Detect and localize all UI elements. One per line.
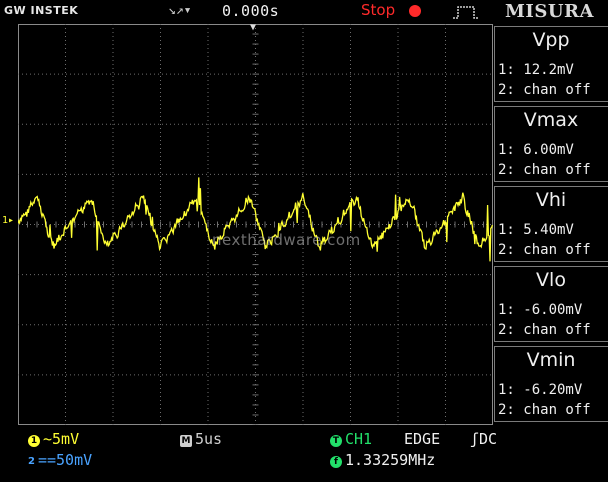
measurement-vmax[interactable]: Vmax 1: 6.00mV 2: chan off — [494, 106, 608, 182]
trigger-position-marker[interactable]: ▼ — [250, 22, 256, 33]
measurement-name: Vpp — [532, 29, 570, 51]
measurement-name: Vmin — [526, 349, 576, 371]
measurement-ch1-value: 1: 12.2mV — [498, 62, 574, 78]
ch1-badge-icon: 1 — [28, 435, 40, 447]
measurement-vlo[interactable]: Vlo 1: -6.00mV 2: chan off — [494, 266, 608, 342]
timebase[interactable]: M 5us — [180, 430, 222, 448]
bottom-status-bar: 1 ~5mV 2 ==50mV M 5us T CH1 EDGE ʃDC f 1.3325… — [0, 426, 608, 482]
trigger-badge-icon: T — [330, 435, 342, 447]
trigger-coupling-value: DC — [479, 430, 498, 448]
measurement-vhi[interactable]: Vhi 1: 5.40mV 2: chan off — [494, 186, 608, 262]
measurement-name: Vhi — [535, 189, 567, 211]
top-status-bar: GW INSTEK ↘↗▾ 0.000s Stop MISURA — [0, 0, 608, 24]
measurement-ch2-value: 2: chan off — [498, 242, 591, 258]
brand-logo: GW INSTEK — [4, 4, 79, 17]
trigger-coupling[interactable]: ʃDC — [470, 430, 497, 448]
trigger-source-value: CH1 — [345, 430, 373, 448]
measurement-ch2-value: 2: chan off — [498, 82, 591, 98]
measurement-vmin[interactable]: Vmin 1: -6.20mV 2: chan off — [494, 346, 608, 422]
ch1-ground-marker[interactable]: 1▸ — [2, 215, 14, 226]
watermark: nexthardware.com — [212, 231, 361, 249]
waveform-display[interactable] — [18, 24, 493, 425]
graticule — [18, 24, 493, 425]
measurement-vpp[interactable]: Vpp 1: 12.2mV 2: chan off — [494, 26, 608, 102]
measurement-ch1-value: 1: -6.00mV — [498, 302, 583, 318]
measurement-ch2-value: 2: chan off — [498, 402, 591, 418]
timebase-value: 5us — [195, 430, 223, 448]
measurement-panel: Vpp 1: 12.2mV 2: chan off Vmax 1: 6.00mV… — [494, 26, 608, 452]
ch2-scale[interactable]: 2 ==50mV — [28, 451, 92, 469]
frequency-badge-icon: f — [330, 456, 342, 468]
frequency-counter: f 1.33259MHz — [330, 451, 435, 469]
rising-edge-small-icon: ʃ — [470, 430, 480, 448]
ch1-scale-value: ~5mV — [43, 430, 80, 448]
measurement-name: Vlo — [536, 269, 566, 291]
trigger-type[interactable]: EDGE — [404, 430, 440, 448]
timebase-badge-icon: M — [180, 435, 192, 447]
ch2-scale-value: ==50mV — [37, 451, 93, 469]
measurement-ch2-value: 2: chan off — [498, 162, 591, 178]
panel-title: MISURA — [505, 1, 594, 22]
rising-edge-icon — [453, 6, 479, 19]
measurement-ch1-value: 1: -6.20mV — [498, 382, 583, 398]
frequency-value: 1.33259MHz — [345, 451, 436, 469]
run-state[interactable]: Stop — [361, 1, 395, 19]
ch1-scale[interactable]: 1 ~5mV — [28, 430, 79, 448]
measurement-ch2-value: 2: chan off — [498, 322, 591, 338]
measurement-ch1-value: 1: 6.00mV — [498, 142, 574, 158]
ch2-badge-icon: 2 — [28, 456, 35, 467]
horizontal-delay: 0.000s — [222, 2, 280, 20]
measurement-name: Vmax — [523, 109, 579, 131]
measurement-ch1-value: 1: 5.40mV — [498, 222, 574, 238]
trigger-source[interactable]: T CH1 — [330, 430, 372, 448]
stop-indicator-icon — [409, 5, 421, 17]
trigger-arrows-icon: ↘↗▾ — [168, 3, 192, 18]
